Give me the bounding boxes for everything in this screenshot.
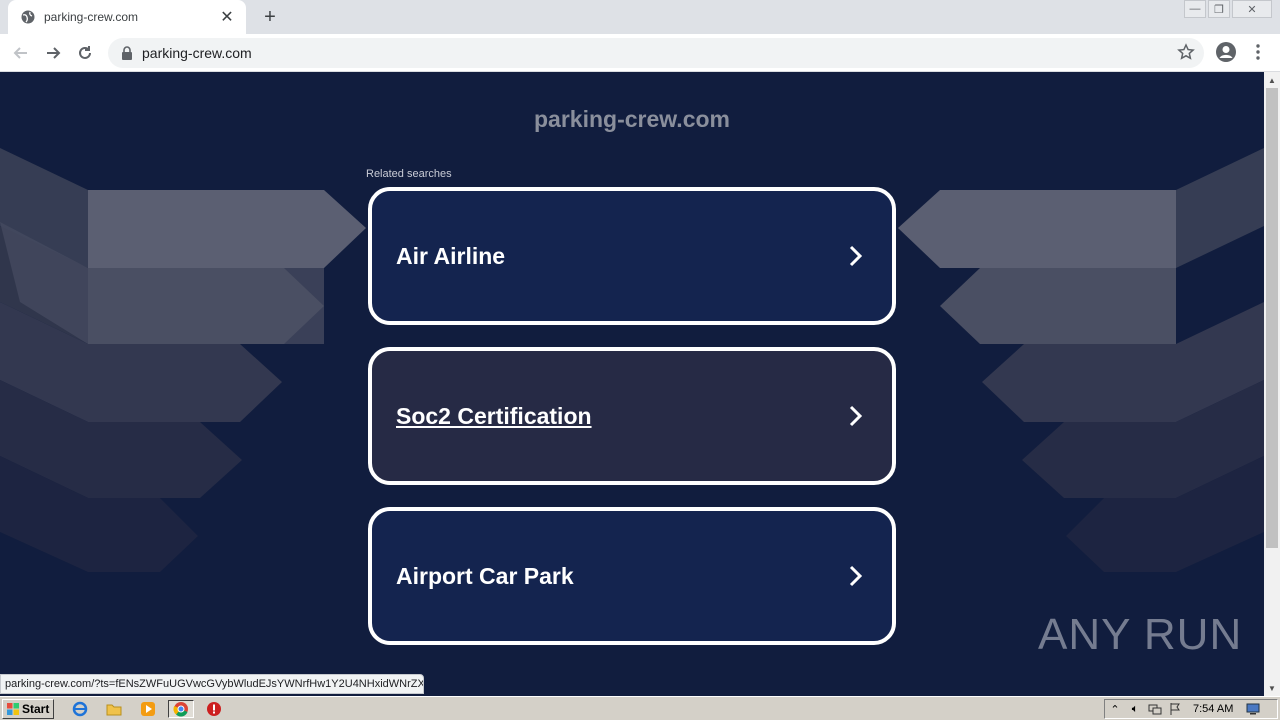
chevron-right-icon xyxy=(836,556,876,596)
minimize-icon[interactable]: — xyxy=(1184,0,1206,18)
address-bar[interactable]: parking-crew.com xyxy=(108,38,1204,68)
lock-icon[interactable] xyxy=(120,46,134,60)
web-page: parking-crew.com Related searches Air Ai… xyxy=(0,72,1264,696)
action-center-flag-icon[interactable] xyxy=(1165,700,1185,718)
site-title: parking-crew.com xyxy=(534,106,730,132)
related-searches-label: Related searches xyxy=(366,168,452,180)
tab-title: parking-crew.com xyxy=(44,10,139,24)
volume-icon[interactable]: 🔈︎ xyxy=(1125,700,1145,718)
scroll-down-icon[interactable]: ▼ xyxy=(1264,680,1280,696)
watermark-text: ANY RUN xyxy=(1038,610,1243,659)
chrome-taskbar-icon[interactable] xyxy=(168,700,194,718)
clock[interactable]: 7:54 AM xyxy=(1193,703,1233,715)
close-window-icon[interactable]: ✕ xyxy=(1232,0,1272,18)
chevron-right-icon xyxy=(836,396,876,436)
file-explorer-icon[interactable] xyxy=(104,700,124,718)
related-search-link-soc2-certification[interactable]: Soc2 Certification xyxy=(368,347,896,485)
reload-icon[interactable] xyxy=(72,40,98,66)
windows-flag-icon xyxy=(7,703,19,715)
kebab-menu-icon[interactable] xyxy=(1248,40,1268,64)
status-bar-url: parking-crew.com/?ts=fENsZWFuUGVwcGVybWl… xyxy=(0,674,424,694)
scrollbar-thumb[interactable] xyxy=(1266,88,1278,548)
browser-tab[interactable]: parking-crew.com ✕ xyxy=(8,0,246,34)
security-alert-icon[interactable] xyxy=(204,700,224,718)
url-text[interactable]: parking-crew.com xyxy=(142,45,252,61)
search-link-label[interactable]: Air Airline xyxy=(396,243,836,270)
media-player-icon[interactable] xyxy=(138,700,158,718)
search-link-label[interactable]: Soc2 Certification xyxy=(396,403,836,430)
anyrun-watermark: ANY RUN xyxy=(1038,610,1242,660)
profile-avatar-icon[interactable] xyxy=(1214,40,1238,64)
close-tab-icon[interactable]: ✕ xyxy=(218,8,236,26)
show-desktop-icon[interactable] xyxy=(1243,700,1263,718)
screen: parking-crew.com ✕ + — ❐ ✕ parking-crew.… xyxy=(0,0,1280,720)
bookmark-star-icon[interactable] xyxy=(1174,40,1198,64)
browser-toolbar: parking-crew.com xyxy=(0,34,1280,72)
new-tab-button[interactable]: + xyxy=(256,6,284,28)
related-search-link-air-airline[interactable]: Air Airline xyxy=(368,187,896,325)
chevron-right-icon xyxy=(836,236,876,276)
page-scrollbar[interactable]: ▲ ▼ xyxy=(1264,72,1280,696)
forward-icon[interactable] xyxy=(40,40,66,66)
start-label: Start xyxy=(22,702,50,716)
windows-taskbar: Start ⌃ 🔈︎ 7:54 AM xyxy=(0,696,1280,720)
system-tray: ⌃ 🔈︎ 7:54 AM xyxy=(1104,699,1278,719)
restore-icon[interactable]: ❐ xyxy=(1208,0,1230,18)
tab-strip: parking-crew.com ✕ + — ❐ ✕ xyxy=(0,0,1280,34)
back-icon[interactable] xyxy=(8,40,34,66)
related-search-link-airport-car-park[interactable]: Airport Car Park xyxy=(368,507,896,645)
scroll-up-icon[interactable]: ▲ xyxy=(1264,72,1280,88)
start-button[interactable]: Start xyxy=(2,699,54,719)
internet-explorer-icon[interactable] xyxy=(70,700,90,718)
network-icon[interactable] xyxy=(1145,700,1165,718)
search-link-label[interactable]: Airport Car Park xyxy=(396,563,836,590)
globe-icon xyxy=(20,9,36,25)
tray-expand-icon[interactable]: ⌃ xyxy=(1105,700,1125,718)
